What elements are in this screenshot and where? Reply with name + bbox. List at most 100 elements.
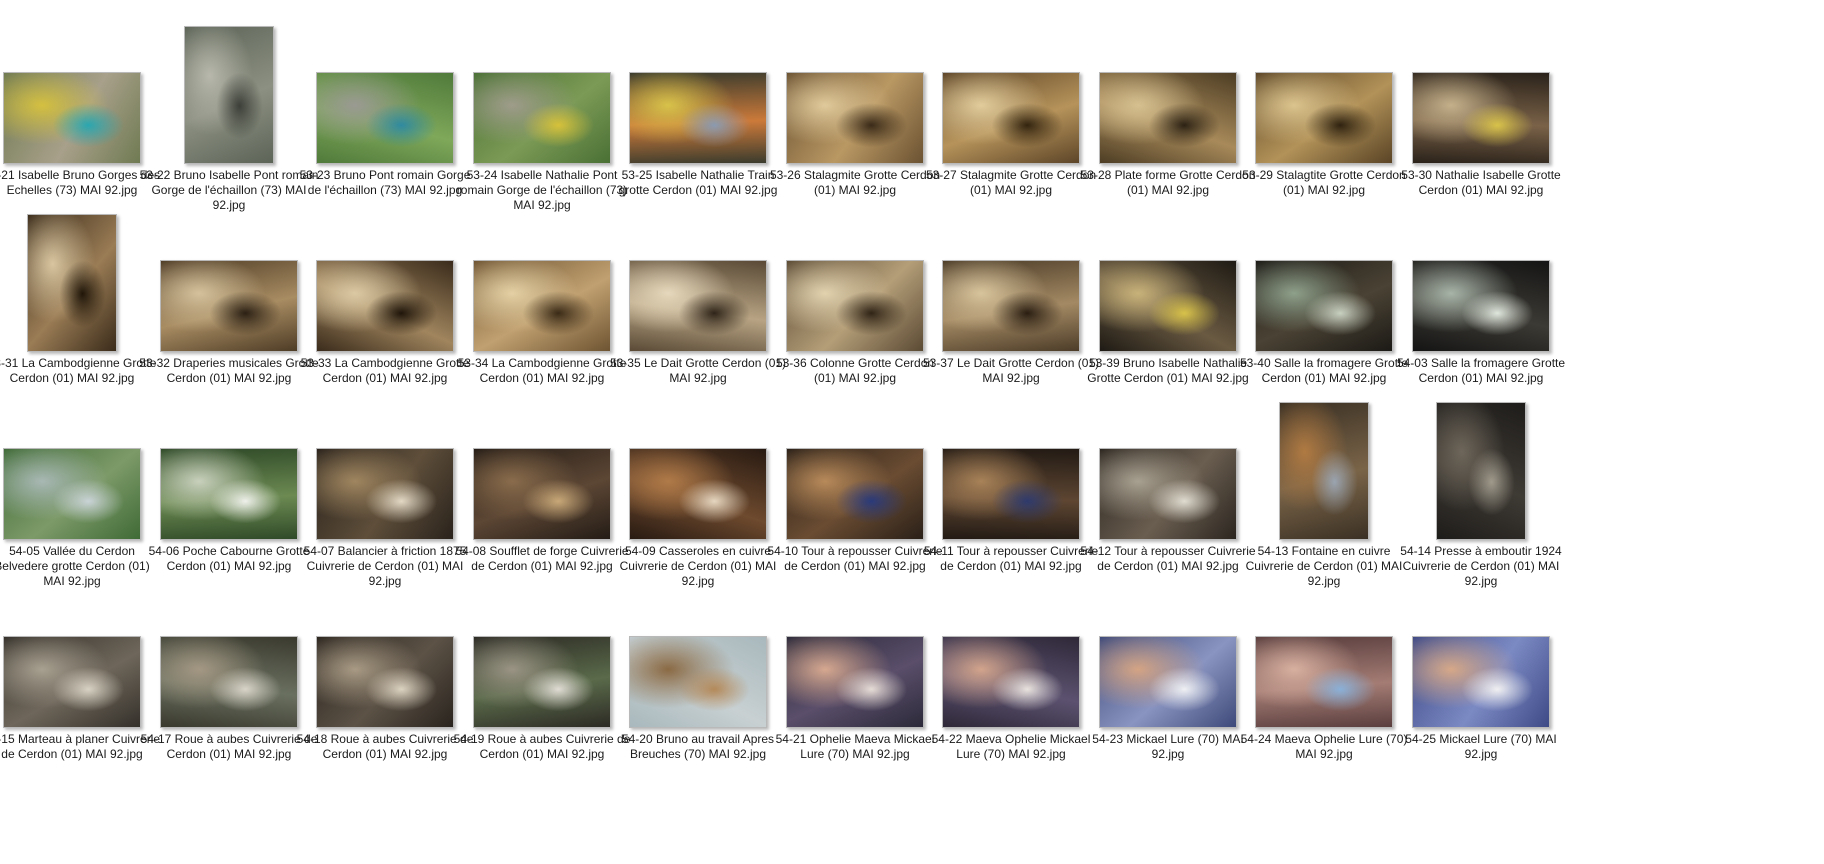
- photo-thumbnail: [786, 72, 924, 164]
- thumbnail-frame: [1391, 192, 1571, 352]
- photo-thumbnail: [473, 636, 611, 728]
- file-tile[interactable]: 54-19 Roue à aubes Cuivrerie de Cerdon (…: [452, 568, 632, 786]
- thumbnail-frame: [1391, 568, 1571, 728]
- file-tile[interactable]: 54-23 Mickael Lure (70) MAI 92.jpg: [1078, 568, 1258, 786]
- file-tile[interactable]: 54-12 Tour à repousser Cuivrerie de Cerd…: [1078, 380, 1258, 598]
- photo-thumbnail: [3, 448, 141, 540]
- photo-thumbnail: [1255, 636, 1393, 728]
- file-tile[interactable]: 54-20 Bruno au travail Apres Breuches (7…: [608, 568, 788, 786]
- file-tile[interactable]: 53-24 Isabelle Nathalie Pont romain Gorg…: [452, 4, 632, 222]
- file-tile[interactable]: 54-22 Maeva Ophelie Mickael Lure (70) MA…: [921, 568, 1101, 786]
- file-tile[interactable]: 53-31 La Cambodgienne Grotte Cerdon (01)…: [0, 192, 162, 410]
- file-tile[interactable]: 54-05 Vallée du Cerdon Belvedere grotte …: [0, 380, 162, 598]
- file-tile[interactable]: 54-14 Presse à emboutir 1924 Cuivrerie d…: [1391, 380, 1571, 598]
- file-tile[interactable]: 53-37 Le Dait Grotte Cerdon (01) MAI 92.…: [921, 192, 1101, 410]
- photo-thumbnail: [316, 636, 454, 728]
- photo-thumbnail: [942, 636, 1080, 728]
- photo-thumbnail: [184, 26, 274, 164]
- thumbnail-frame: [1234, 568, 1414, 728]
- file-tile[interactable]: 54-06 Poche Cabourne Grotte Cerdon (01) …: [139, 380, 319, 598]
- file-tile[interactable]: 54-18 Roue à aubes Cuivrerie de Cerdon (…: [295, 568, 475, 786]
- photo-thumbnail: [942, 72, 1080, 164]
- thumbnail-frame: [139, 380, 319, 540]
- file-tile[interactable]: 53-27 Stalagmite Grotte Cerdon (01) MAI …: [921, 4, 1101, 222]
- file-tile[interactable]: 54-15 Marteau à planer Cuivrerie de Cerd…: [0, 568, 162, 786]
- thumbnail-frame: [921, 192, 1101, 352]
- file-tile[interactable]: 54-17 Roue à aubes Cuivrerie de Cerdon (…: [139, 568, 319, 786]
- thumbnail-frame: [608, 4, 788, 164]
- file-tile[interactable]: 53-25 Isabelle Nathalie Train grotte Cer…: [608, 4, 788, 222]
- file-tile[interactable]: 53-22 Bruno Isabelle Pont romain Gorge d…: [139, 4, 319, 222]
- photo-thumbnail: [629, 260, 767, 352]
- photo-thumbnail: [629, 72, 767, 164]
- thumbnail-frame: [295, 4, 475, 164]
- thumbnail-frame: [608, 192, 788, 352]
- thumbnail-frame: [1078, 380, 1258, 540]
- file-tile[interactable]: 53-23 Bruno Pont romain Gorge de l'échai…: [295, 4, 475, 222]
- thumbnail-frame: [139, 568, 319, 728]
- thumbnail-frame: [765, 568, 945, 728]
- file-tile[interactable]: 54-13 Fontaine en cuivre Cuivrerie de Ce…: [1234, 380, 1414, 598]
- file-tile[interactable]: 53-32 Draperies musicales Grotte Cerdon …: [139, 192, 319, 410]
- thumbnail-frame: [0, 192, 162, 352]
- thumbnail-frame: [765, 192, 945, 352]
- thumbnail-frame: [1234, 4, 1414, 164]
- file-tile[interactable]: 54-10 Tour à repousser Cuivrerie de Cerd…: [765, 380, 945, 598]
- file-name-label: 54-22 Maeva Ophelie Mickael Lure (70) MA…: [931, 732, 1091, 761]
- file-tile[interactable]: 53-33 La Cambodgienne Grotte Cerdon (01)…: [295, 192, 475, 410]
- file-tile[interactable]: 53-40 Salle la fromagere Grotte Cerdon (…: [1234, 192, 1414, 410]
- file-tile[interactable]: 53-28 Plate forme Grotte Cerdon (01) MAI…: [1078, 4, 1258, 222]
- photo-thumbnail: [473, 72, 611, 164]
- file-tile[interactable]: 54-24 Maeva Ophelie Lure (70) MAI 92.jpg: [1234, 568, 1414, 786]
- thumbnail-frame: [1234, 192, 1414, 352]
- file-tile[interactable]: 53-26 Stalagmite Grotte Cerdon (01) MAI …: [765, 4, 945, 222]
- photo-thumbnail: [160, 260, 298, 352]
- file-tile[interactable]: 54-03 Salle la fromagere Grotte Cerdon (…: [1391, 192, 1571, 410]
- thumbnail-frame: [0, 380, 162, 540]
- photo-thumbnail: [1412, 260, 1550, 352]
- file-tile[interactable]: 54-25 Mickael Lure (70) MAI 92.jpg: [1391, 568, 1571, 786]
- thumbnail-frame: [1078, 568, 1258, 728]
- thumbnail-grid: 53-21 Isabelle Bruno Gorges des Echelles…: [0, 4, 1820, 860]
- file-tile[interactable]: 54-09 Casseroles en cuivre Cuivrerie de …: [608, 380, 788, 598]
- file-name-label: 54-24 Maeva Ophelie Lure (70) MAI 92.jpg: [1240, 732, 1408, 761]
- photo-thumbnail: [786, 448, 924, 540]
- file-tile[interactable]: 54-21 Ophelie Maeva Mickael Lure (70) MA…: [765, 568, 945, 786]
- thumbnail-frame: [765, 4, 945, 164]
- file-tile[interactable]: 53-29 Stalagtite Grotte Cerdon (01) MAI …: [1234, 4, 1414, 222]
- thumbnail-frame: [1078, 192, 1258, 352]
- thumbnail-frame: [1391, 4, 1571, 164]
- file-tile[interactable]: 54-08 Soufflet de forge Cuivrerie de Cer…: [452, 380, 632, 598]
- file-tile[interactable]: 53-34 La Cambodgienne Grotte Cerdon (01)…: [452, 192, 632, 410]
- thumbnail-frame: [921, 380, 1101, 540]
- photo-thumbnail: [473, 448, 611, 540]
- photo-thumbnail: [473, 260, 611, 352]
- thumbnail-frame: [452, 568, 632, 728]
- thumbnail-frame: [139, 4, 319, 164]
- thumbnail-frame: [608, 380, 788, 540]
- photo-thumbnail: [316, 260, 454, 352]
- file-tile[interactable]: 53-36 Colonne Grotte Cerdon (01) MAI 92.…: [765, 192, 945, 410]
- thumbnail-frame: [1078, 4, 1258, 164]
- file-tile[interactable]: 53-39 Bruno Isabelle Nathalie Grotte Cer…: [1078, 192, 1258, 410]
- thumbnail-frame: [139, 192, 319, 352]
- photo-thumbnail: [786, 636, 924, 728]
- photo-thumbnail: [629, 636, 767, 728]
- file-tile[interactable]: 53-21 Isabelle Bruno Gorges des Echelles…: [0, 4, 162, 222]
- file-tile[interactable]: 53-30 Nathalie Isabelle Grotte Cerdon (0…: [1391, 4, 1571, 222]
- photo-thumbnail: [1099, 72, 1237, 164]
- file-name-label: 54-25 Mickael Lure (70) MAI 92.jpg: [1405, 732, 1557, 761]
- photo-thumbnail: [1279, 402, 1369, 540]
- thumbnail-frame: [295, 568, 475, 728]
- photo-thumbnail: [3, 636, 141, 728]
- file-tile[interactable]: 54-07 Balancier à friction 1875 Cuivreri…: [295, 380, 475, 598]
- file-tile[interactable]: 53-35 Le Dait Grotte Cerdon (01) MAI 92.…: [608, 192, 788, 410]
- file-name-label: 54-23 Mickael Lure (70) MAI 92.jpg: [1092, 732, 1244, 761]
- photo-thumbnail: [3, 72, 141, 164]
- file-tile[interactable]: 54-11 Tour à repousser Cuivrerie de Cerd…: [921, 380, 1101, 598]
- thumbnail-frame: [921, 4, 1101, 164]
- file-name-label: 54-18 Roue à aubes Cuivrerie de Cerdon (…: [296, 732, 474, 761]
- photo-thumbnail: [942, 448, 1080, 540]
- photo-thumbnail: [786, 260, 924, 352]
- photo-thumbnail: [160, 636, 298, 728]
